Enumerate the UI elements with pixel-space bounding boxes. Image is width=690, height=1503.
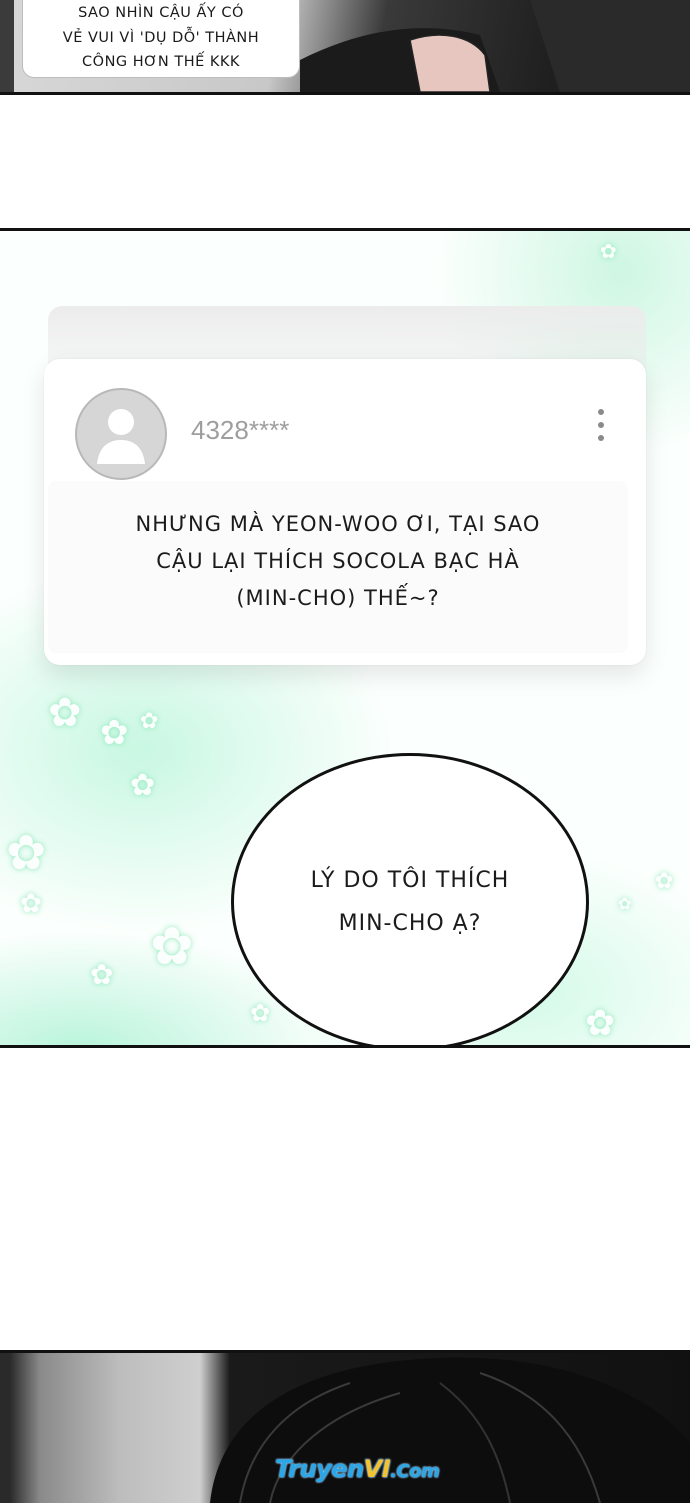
narration-line-1: SAO NHÌN CẬU ẤY CÓ [78,5,244,21]
flower-icon: ✿ [600,239,617,263]
flower-icon: ✿ [48,690,82,736]
user-silhouette-icon [97,409,145,464]
comment-panel: ✿ ✿ ✿ ✿ ✿ ✿ ✿ ✿ ✿ ✿ ✿ ✿ ✿ 4328**** NHƯNG… [0,228,690,1048]
comment-card: 4328**** NHƯNG MÀ YEON-WOO ƠI, TẠI SAO C… [44,359,646,665]
flower-icon: ✿ [20,889,42,919]
speech-line-1: LÝ DO TÔI THÍCH [310,868,510,893]
comment-line-2: CẬU LẠI THÍCH SOCOLA BẠC HÀ [156,549,520,573]
speech-line-2: MIN-CHO Ạ? [338,911,482,936]
comment-body: NHƯNG MÀ YEON-WOO ƠI, TẠI SAO CẬU LẠI TH… [48,481,628,653]
flower-icon: ✿ [6,825,47,881]
site-watermark: TruyenVI.Com [275,1455,440,1483]
flower-icon: ✿ [655,869,674,894]
flower-icon: ✿ [585,1003,616,1044]
flower-icon: ✿ [250,999,271,1027]
flower-icon: ✿ [150,917,194,977]
arm-illustration [300,0,690,92]
comment-username[interactable]: 4328**** [191,415,289,446]
watermark-part-3: .Com [390,1461,440,1482]
top-comic-panel: SAO NHÌN CẬU ẤY CÓ VẺ VUI VÌ 'DỤ DỖ' THÀ… [0,0,690,95]
watermark-part-1: Truyen [275,1455,364,1483]
flower-icon: ✿ [90,958,114,991]
comment-line-1: NHƯNG MÀ YEON-WOO ƠI, TẠI SAO [135,512,541,536]
avatar[interactable] [75,388,167,480]
watermark-part-2: VI [363,1455,391,1483]
more-vertical-icon[interactable] [594,407,608,447]
comment-line-3: (MIN-CHO) THẾ~? [236,586,440,610]
flower-icon: ✿ [130,768,156,803]
flower-icon: ✿ [100,713,129,753]
flower-icon: ✿ [140,709,159,734]
narration-line-2: VẺ VUI VÌ 'DỤ DỖ' THÀNH [62,30,260,46]
narration-line-3: CÔNG HƠN THẾ KKK [82,54,240,70]
narration-box: SAO NHÌN CẬU ẤY CÓ VẺ VUI VÌ 'DỤ DỖ' THÀ… [22,0,300,78]
flower-icon: ✿ [618,894,632,913]
speech-bubble: LÝ DO TÔI THÍCH MIN-CHO Ạ? [231,753,589,1045]
